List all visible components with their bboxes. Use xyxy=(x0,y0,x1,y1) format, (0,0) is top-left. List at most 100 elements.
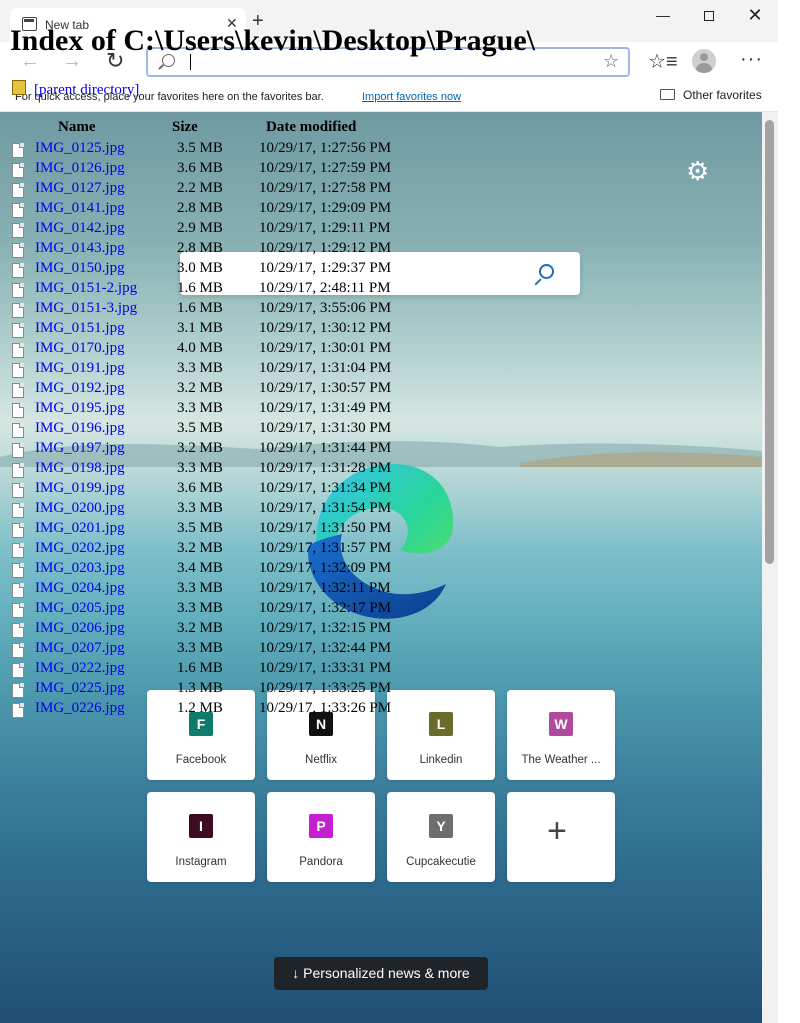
file-date: 10/29/17, 1:31:44 PM xyxy=(259,440,392,456)
file-link[interactable]: IMG_0226.jpg xyxy=(35,700,125,717)
file-size: 3.5 MB xyxy=(177,520,223,536)
file-date: 10/29/17, 1:30:57 PM xyxy=(259,380,392,396)
table-row: IMG_0141.jpg 2.8 MB 10/29/17, 1:29:09 PM xyxy=(12,200,412,220)
file-date: 10/29/17, 1:32:15 PM xyxy=(259,620,392,636)
file-link[interactable]: IMG_0170.jpg xyxy=(35,340,125,357)
file-date: 10/29/17, 2:48:11 PM xyxy=(259,280,391,296)
file-date: 10/29/17, 1:30:01 PM xyxy=(259,340,392,356)
file-link[interactable]: IMG_0151-2.jpg xyxy=(35,280,137,297)
scrollbar[interactable] xyxy=(762,112,778,1023)
table-row: IMG_0222.jpg 1.6 MB 10/29/17, 1:33:31 PM xyxy=(12,660,412,680)
file-date: 10/29/17, 1:32:11 PM xyxy=(259,580,391,596)
file-size: 3.2 MB xyxy=(177,620,223,636)
column-header-date[interactable]: Date modified xyxy=(266,119,356,136)
file-icon xyxy=(12,483,24,498)
file-date: 10/29/17, 1:31:28 PM xyxy=(259,460,392,476)
file-link[interactable]: IMG_0151.jpg xyxy=(35,320,125,337)
table-row: IMG_0150.jpg 3.0 MB 10/29/17, 1:29:37 PM xyxy=(12,260,412,280)
file-link[interactable]: IMG_0201.jpg xyxy=(35,520,125,537)
file-date: 10/29/17, 1:27:59 PM xyxy=(259,160,392,176)
file-size: 2.8 MB xyxy=(177,200,223,216)
directory-listing: Index of C:\Users\kevin\Desktop\Prague\ … xyxy=(0,0,762,1023)
file-size: 3.5 MB xyxy=(177,420,223,436)
file-icon xyxy=(12,663,24,678)
file-link[interactable]: IMG_0195.jpg xyxy=(35,400,125,417)
file-date: 10/29/17, 1:33:31 PM xyxy=(259,660,392,676)
page-title: Index of C:\Users\kevin\Desktop\Prague\ xyxy=(10,24,535,57)
column-header-size[interactable]: Size xyxy=(172,119,198,136)
file-link[interactable]: IMG_0202.jpg xyxy=(35,540,125,557)
table-row: IMG_0206.jpg 3.2 MB 10/29/17, 1:32:15 PM xyxy=(12,620,412,640)
file-icon xyxy=(12,543,24,558)
file-date: 10/29/17, 1:31:34 PM xyxy=(259,480,392,496)
scrollbar-thumb[interactable] xyxy=(765,120,774,564)
file-link[interactable]: IMG_0126.jpg xyxy=(35,160,125,177)
file-link[interactable]: IMG_0206.jpg xyxy=(35,620,125,637)
file-link[interactable]: IMG_0192.jpg xyxy=(35,380,125,397)
file-icon xyxy=(12,563,24,578)
file-icon xyxy=(12,363,24,378)
file-date: 10/29/17, 1:32:09 PM xyxy=(259,560,392,576)
file-link[interactable]: IMG_0196.jpg xyxy=(35,420,125,437)
table-row: IMG_0125.jpg 3.5 MB 10/29/17, 1:27:56 PM xyxy=(12,140,412,160)
file-link[interactable]: IMG_0205.jpg xyxy=(35,600,125,617)
file-size: 3.3 MB xyxy=(177,580,223,596)
file-size: 3.1 MB xyxy=(177,320,223,336)
file-size: 1.3 MB xyxy=(177,680,223,696)
window-edge xyxy=(778,0,800,1023)
file-size: 3.5 MB xyxy=(177,140,223,156)
file-size: 3.2 MB xyxy=(177,440,223,456)
file-size: 3.3 MB xyxy=(177,400,223,416)
file-icon xyxy=(12,323,24,338)
file-link[interactable]: IMG_0197.jpg xyxy=(35,440,125,457)
column-header-name[interactable]: Name xyxy=(58,119,96,136)
file-link[interactable]: IMG_0142.jpg xyxy=(35,220,125,237)
table-row: IMG_0143.jpg 2.8 MB 10/29/17, 1:29:12 PM xyxy=(12,240,412,260)
file-link[interactable]: IMG_0203.jpg xyxy=(35,560,125,577)
file-link[interactable]: IMG_0198.jpg xyxy=(35,460,125,477)
file-size: 3.3 MB xyxy=(177,360,223,376)
file-icon xyxy=(12,643,24,658)
file-link[interactable]: IMG_0141.jpg xyxy=(35,200,125,217)
file-size: 1.6 MB xyxy=(177,660,223,676)
file-link[interactable]: IMG_0151-3.jpg xyxy=(35,300,137,317)
file-icon xyxy=(12,683,24,698)
file-link[interactable]: IMG_0150.jpg xyxy=(35,260,125,277)
file-date: 10/29/17, 1:29:37 PM xyxy=(259,260,392,276)
file-icon xyxy=(12,263,24,278)
table-row: IMG_0203.jpg 3.4 MB 10/29/17, 1:32:09 PM xyxy=(12,560,412,580)
file-size: 2.9 MB xyxy=(177,220,223,236)
file-link[interactable]: IMG_0191.jpg xyxy=(35,360,125,377)
file-icon xyxy=(12,583,24,598)
file-size: 3.3 MB xyxy=(177,500,223,516)
file-link[interactable]: IMG_0125.jpg xyxy=(35,140,125,157)
file-size: 2.2 MB xyxy=(177,180,223,196)
table-row: IMG_0225.jpg 1.3 MB 10/29/17, 1:33:25 PM xyxy=(12,680,412,700)
file-link[interactable]: IMG_0127.jpg xyxy=(35,180,125,197)
parent-directory-link[interactable]: [parent directory] xyxy=(12,80,139,99)
file-icon xyxy=(12,463,24,478)
table-row: IMG_0126.jpg 3.6 MB 10/29/17, 1:27:59 PM xyxy=(12,160,412,180)
file-icon xyxy=(12,303,24,318)
file-date: 10/29/17, 1:31:04 PM xyxy=(259,360,392,376)
file-link[interactable]: IMG_0143.jpg xyxy=(35,240,125,257)
file-link[interactable]: IMG_0204.jpg xyxy=(35,580,125,597)
file-link[interactable]: IMG_0207.jpg xyxy=(35,640,125,657)
file-size: 4.0 MB xyxy=(177,340,223,356)
table-row: IMG_0192.jpg 3.2 MB 10/29/17, 1:30:57 PM xyxy=(12,380,412,400)
file-icon xyxy=(12,523,24,538)
file-icon xyxy=(12,403,24,418)
file-size: 3.6 MB xyxy=(177,480,223,496)
file-icon xyxy=(12,423,24,438)
folder-up-icon xyxy=(12,80,28,96)
file-date: 10/29/17, 1:29:12 PM xyxy=(259,240,392,256)
table-row: IMG_0198.jpg 3.3 MB 10/29/17, 1:31:28 PM xyxy=(12,460,412,480)
file-link[interactable]: IMG_0200.jpg xyxy=(35,500,125,517)
table-row: IMG_0191.jpg 3.3 MB 10/29/17, 1:31:04 PM xyxy=(12,360,412,380)
file-link[interactable]: IMG_0222.jpg xyxy=(35,660,125,677)
file-link[interactable]: IMG_0225.jpg xyxy=(35,680,125,697)
file-date: 10/29/17, 1:33:25 PM xyxy=(259,680,392,696)
table-row: IMG_0127.jpg 2.2 MB 10/29/17, 1:27:58 PM xyxy=(12,180,412,200)
file-size: 1.6 MB xyxy=(177,300,223,316)
file-link[interactable]: IMG_0199.jpg xyxy=(35,480,125,497)
